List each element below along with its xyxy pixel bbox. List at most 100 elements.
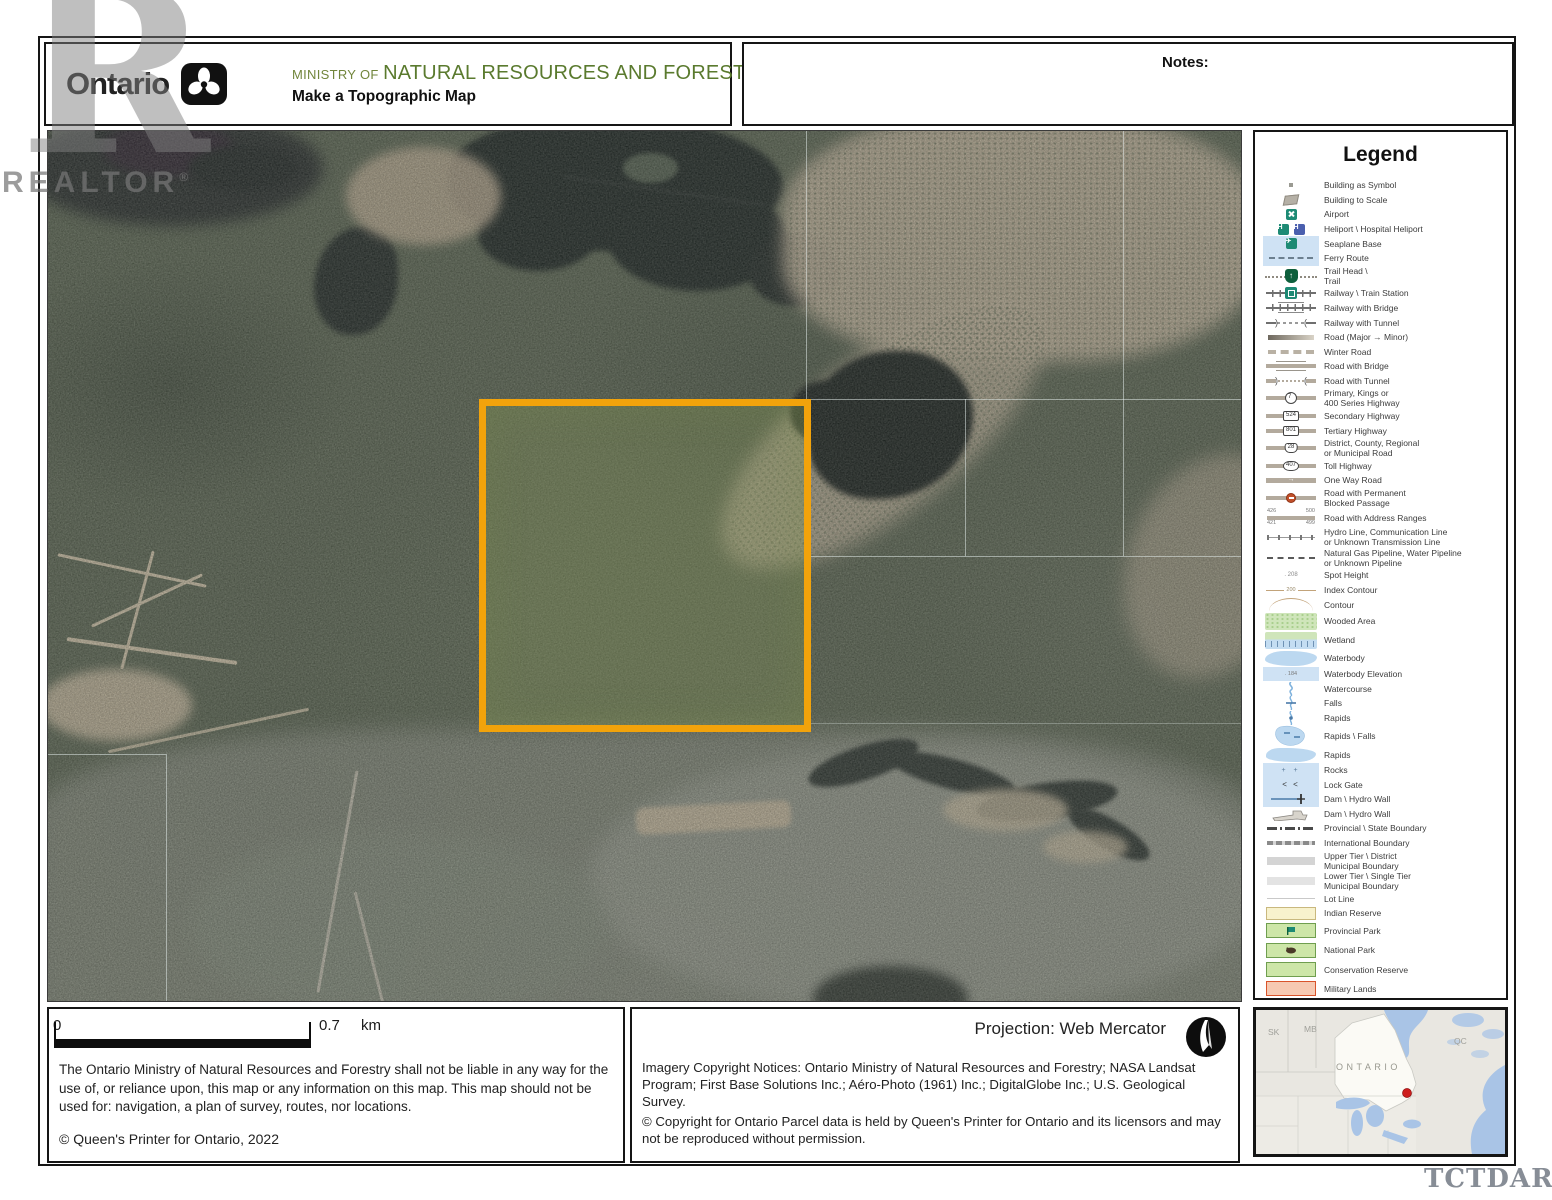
waterbody-icon xyxy=(1263,650,1319,667)
location-dot xyxy=(1403,1089,1412,1098)
pipeline-icon xyxy=(1263,548,1319,569)
legend-item: Waterbody xyxy=(1263,650,1504,667)
legend-item: ✈Seaplane Base xyxy=(1263,236,1504,251)
road-major-icon xyxy=(1263,330,1319,345)
waterbody-elev-icon: . 184 xyxy=(1263,667,1319,682)
legend-item-label: Rapids xyxy=(1319,713,1350,723)
building-symbol-icon xyxy=(1263,178,1319,193)
legend-item-label: Road with Bridge xyxy=(1319,361,1389,371)
legend-item-label: Index Contour xyxy=(1319,585,1377,595)
legend-item-label: Secondary Highway xyxy=(1319,411,1400,421)
scale-tick xyxy=(309,1022,311,1048)
dam2-icon xyxy=(1263,807,1319,822)
inset-label-ontario: ONTARIO xyxy=(1336,1062,1401,1072)
projection-copyright-box: Projection: Web Mercator Imagery Copyrig… xyxy=(630,1007,1240,1163)
legend-item: International Boundary xyxy=(1263,836,1504,851)
lot-line xyxy=(806,131,807,399)
legend-item-label: Waterbody xyxy=(1319,653,1365,663)
legend-item: Building to Scale xyxy=(1263,193,1504,208)
legend-item-label: Building to Scale xyxy=(1319,195,1387,205)
legend-item: →One Way Road xyxy=(1263,473,1504,488)
legend-item-label: Railway \ Train Station xyxy=(1319,288,1409,298)
ferry-icon xyxy=(1263,251,1319,266)
legend-item: Hydro Line, Communication Lineor Unknown… xyxy=(1263,527,1504,548)
queens-printer-copyright: © Queen's Printer for Ontario, 2022 xyxy=(59,1131,279,1147)
projection-label: Projection: Web Mercator xyxy=(975,1019,1166,1039)
building-scale-icon xyxy=(1263,193,1319,208)
locator-inset-box: SK MB ONTARIO QC xyxy=(1253,1007,1508,1157)
hwy-secondary-icon: 524 xyxy=(1263,409,1319,424)
lot-line xyxy=(811,723,1241,724)
rapids-falls-icon xyxy=(1263,725,1319,747)
locator-map: SK MB ONTARIO QC xyxy=(1256,1010,1505,1154)
legend-item: Conservation Reserve xyxy=(1263,960,1504,980)
falls-icon xyxy=(1263,696,1319,711)
legend-item: Upper Tier \ DistrictMunicipal Boundary xyxy=(1263,850,1504,871)
legend-item: Provincial \ State Boundary xyxy=(1263,821,1504,836)
legend-item-label: Conservation Reserve xyxy=(1319,965,1408,975)
legend-item-label: Primary, Kings or400 Series Highway xyxy=(1319,388,1400,408)
legend-item: Natural Gas Pipeline, Water Pipelineor U… xyxy=(1263,548,1504,569)
upper-tier-icon xyxy=(1263,850,1319,871)
legend-item: Dam \ Hydro Wall xyxy=(1263,807,1504,822)
north-arrow-icon xyxy=(1184,1015,1228,1059)
legend-item: < <Lock Gate xyxy=(1263,777,1504,792)
legend-item-label: Seaplane Base xyxy=(1319,239,1382,249)
road-tunnel-icon: )( xyxy=(1263,374,1319,389)
legend-item-label: Toll Highway xyxy=(1319,461,1372,471)
legend-item-label: National Park xyxy=(1319,945,1375,955)
heliport-icon: HH xyxy=(1263,222,1319,237)
legend-item-label: Rocks xyxy=(1319,765,1348,775)
legend-item-label: Trail Head \Trail xyxy=(1319,266,1368,286)
legend-item: Road with PermanentBlocked Passage xyxy=(1263,488,1504,509)
ministry-title: MINISTRY OF NATURAL RESOURCES AND FOREST… xyxy=(292,62,773,85)
legend-item-label: Road (Major → Minor) xyxy=(1319,332,1408,342)
legend-title: Legend xyxy=(1255,143,1506,167)
legend-item-label: Lower Tier \ Single TierMunicipal Bounda… xyxy=(1319,871,1411,891)
legend-item-label: Road with Address Ranges xyxy=(1319,513,1427,523)
intl-boundary-icon xyxy=(1263,836,1319,851)
parcel-data-copyright: © Copyright for Ontario Parcel data is h… xyxy=(642,1113,1230,1147)
watercourse-icon xyxy=(1263,681,1319,696)
scale-unit-label: km xyxy=(361,1017,381,1034)
trillium-icon xyxy=(181,63,227,105)
notes-label: Notes: xyxy=(1162,54,1209,71)
airport-icon xyxy=(1263,207,1319,222)
road-blocked-icon xyxy=(1263,488,1319,509)
dam1-icon xyxy=(1263,792,1319,807)
legend-item: Winter Road xyxy=(1263,344,1504,359)
legend-item: )(Road with Tunnel xyxy=(1263,374,1504,389)
winter-road-icon xyxy=(1263,344,1319,359)
legend-item: Lower Tier \ Single TierMunicipal Bounda… xyxy=(1263,871,1504,892)
one-way-icon: → xyxy=(1263,473,1319,488)
legend-item-label: Airport xyxy=(1319,209,1349,219)
inset-label-mb: MB xyxy=(1304,1024,1317,1034)
prov-boundary-icon xyxy=(1263,821,1319,836)
legend-item: Rapids xyxy=(1263,711,1504,726)
legend-item: )(Railway with Tunnel xyxy=(1263,315,1504,330)
lock-gate-icon: < < xyxy=(1263,777,1319,792)
legend-item-label: Indian Reserve xyxy=(1319,908,1381,918)
legend-item-label: Tertiary Highway xyxy=(1319,426,1387,436)
spot-height-icon: . 208 xyxy=(1263,568,1319,583)
legend-item: Road (Major → Minor) xyxy=(1263,330,1504,345)
legend-item-label: Provincial Park xyxy=(1319,926,1381,936)
hwy-toll-icon: 407 xyxy=(1263,458,1319,473)
legend-item-label: Dam \ Hydro Wall xyxy=(1319,794,1390,804)
legend-item: 7Primary, Kings or400 Series Highway xyxy=(1263,388,1504,409)
seaplane-icon: ✈ xyxy=(1263,236,1319,251)
inset-label-sk: SK xyxy=(1268,1027,1280,1037)
legend-item-label: Rapids \ Falls xyxy=(1319,731,1376,741)
map-viewport xyxy=(47,130,1242,1002)
scale-bar xyxy=(55,1039,311,1048)
legend-item-label: Provincial \ State Boundary xyxy=(1319,823,1427,833)
legend-item: Dam \ Hydro Wall xyxy=(1263,792,1504,807)
contour-icon xyxy=(1263,597,1319,612)
legend-item: Wetland xyxy=(1263,631,1504,650)
legend-item: Rapids \ Falls xyxy=(1263,725,1504,747)
wooded-icon xyxy=(1263,612,1319,631)
legend-item-label: One Way Road xyxy=(1319,475,1382,485)
hwy-primary-icon: 7 xyxy=(1263,388,1319,409)
legend-item: Contour xyxy=(1263,597,1504,612)
lot-line xyxy=(965,399,966,556)
